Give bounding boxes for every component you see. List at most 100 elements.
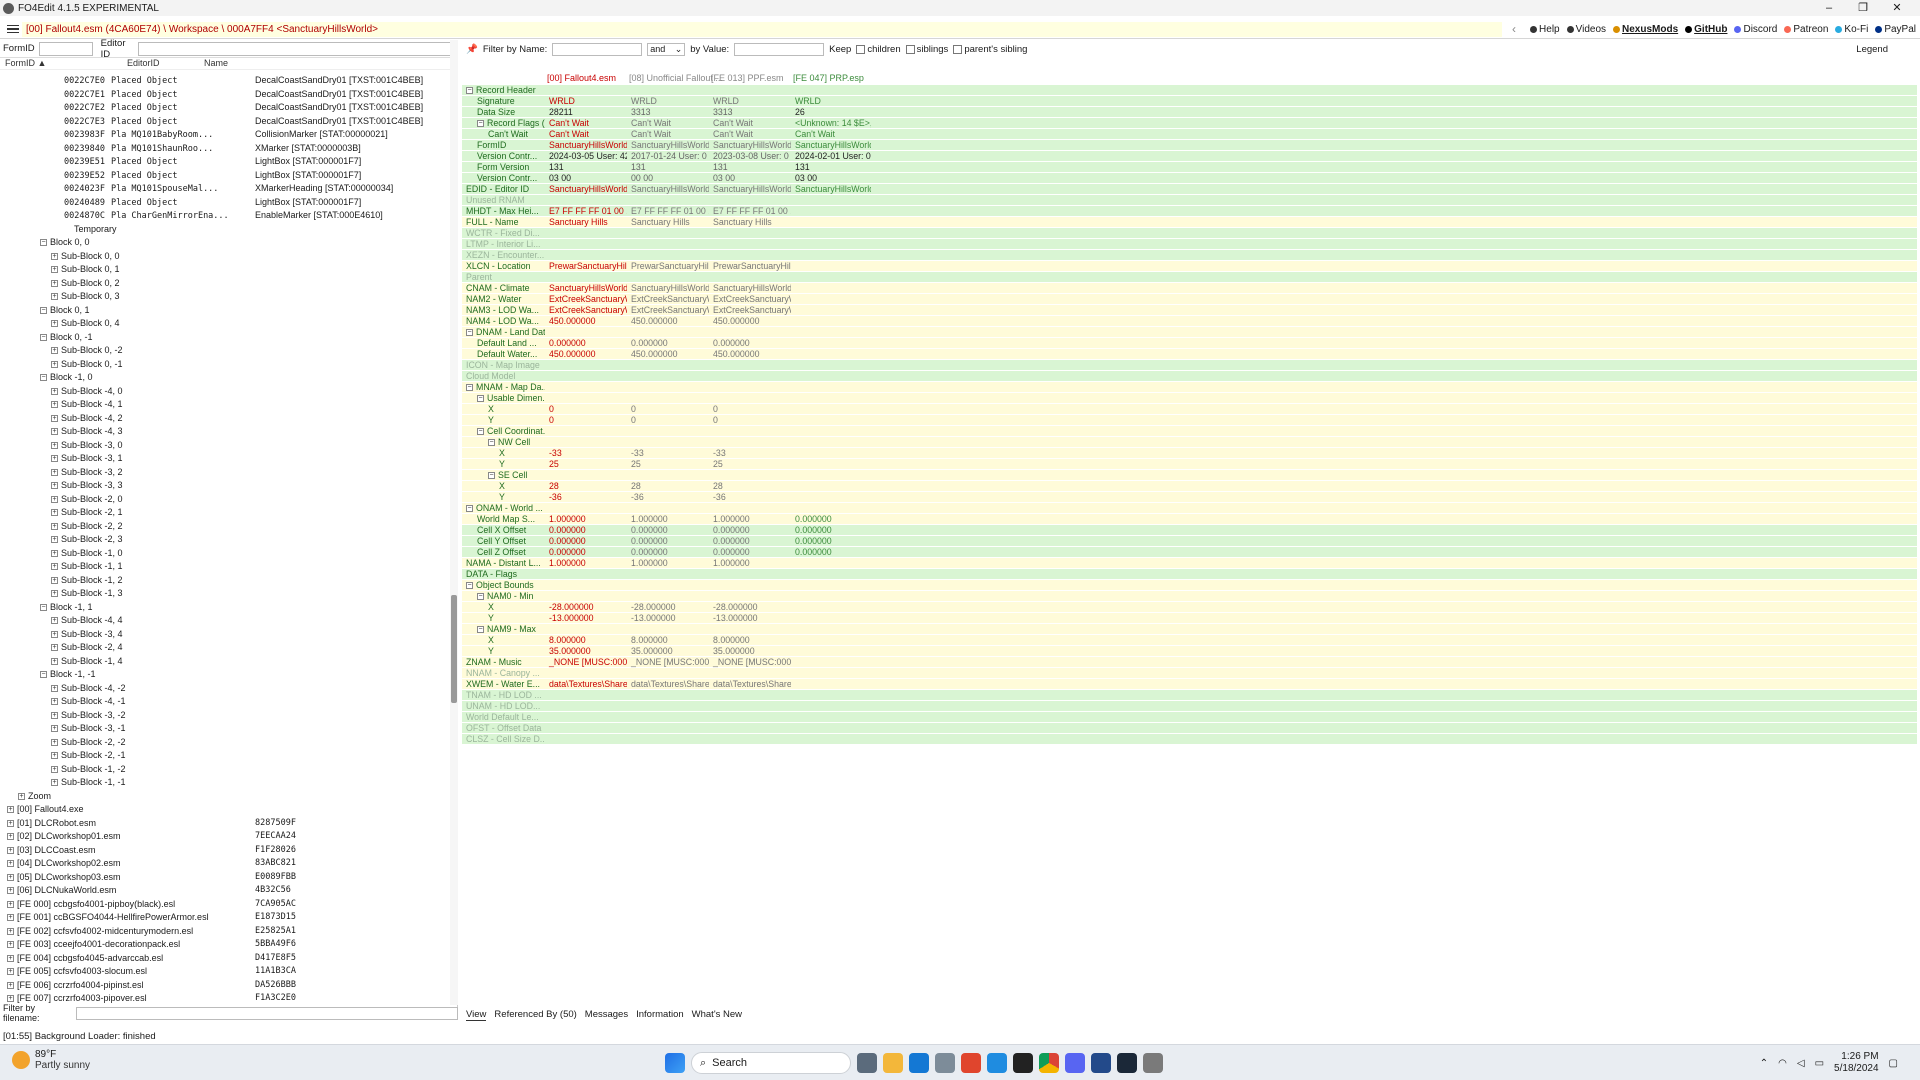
collapse-icon[interactable]: −: [40, 374, 47, 382]
record-field-row[interactable]: X 8.000000 8.000000 8.000000: [462, 635, 1917, 646]
expand-icon[interactable]: +: [7, 914, 14, 922]
col-editorid[interactable]: EditorID: [127, 58, 160, 68]
tree-node[interactable]: Temporary: [0, 223, 448, 237]
tree-node[interactable]: + Sub-Block -1, -2: [0, 763, 448, 777]
expand-icon[interactable]: +: [51, 698, 58, 706]
pin-icon[interactable]: 📌: [466, 44, 478, 55]
collapse-icon[interactable]: −: [477, 593, 484, 601]
expand-icon[interactable]: +: [51, 711, 58, 719]
record-field-row[interactable]: Version Contr... 2024-03-05 User: 42... 20…: [462, 151, 1917, 162]
record-field-row[interactable]: − ONAM - World ...: [462, 503, 1917, 514]
expand-icon[interactable]: +: [51, 549, 58, 557]
tree-node[interactable]: + Sub-Block -2, 3: [0, 533, 448, 547]
tree-node[interactable]: + [01] DLCRobot.esm 8287509F: [0, 817, 448, 831]
parents-sibling-checkbox[interactable]: parent's sibling: [953, 44, 1027, 55]
weather-widget[interactable]: 89°F Partly sunny: [12, 1049, 90, 1071]
record-field-row[interactable]: Y 25 25 25: [462, 459, 1917, 470]
collapse-icon[interactable]: −: [466, 582, 473, 590]
collapse-icon[interactable]: −: [466, 87, 473, 95]
expand-icon[interactable]: +: [51, 657, 58, 665]
tab-what-s-new[interactable]: What's New: [692, 1009, 742, 1021]
record-field-row[interactable]: Form Version 131 131 131 131: [462, 162, 1917, 173]
tree-scrollbar[interactable]: [450, 40, 458, 1005]
collapse-icon[interactable]: −: [466, 384, 473, 392]
filter-op-select[interactable]: and ⌄: [647, 42, 686, 56]
record-field-row[interactable]: LTMP - Interior Li...: [462, 239, 1917, 250]
expand-icon[interactable]: +: [51, 293, 58, 301]
record-field-row[interactable]: X -28.000000 -28.000000 -28.000000: [462, 602, 1917, 613]
expand-icon[interactable]: +: [51, 536, 58, 544]
expand-icon[interactable]: +: [7, 873, 14, 881]
notification-icon[interactable]: ▢: [1889, 1058, 1898, 1069]
tree-node[interactable]: + Sub-Block 0, -1: [0, 358, 448, 372]
expand-icon[interactable]: +: [7, 927, 14, 935]
tree-node[interactable]: + Sub-Block -3, 4: [0, 628, 448, 642]
tree-node[interactable]: + Sub-Block 0, 0: [0, 250, 448, 264]
chevron-up-icon[interactable]: ⌃: [1760, 1058, 1768, 1069]
expand-icon[interactable]: +: [51, 630, 58, 638]
photos-icon[interactable]: [935, 1053, 955, 1073]
fo4edit-taskbar-icon[interactable]: [1143, 1053, 1163, 1073]
record-field-row[interactable]: − Record Header: [462, 85, 1917, 96]
tree-node[interactable]: + Zoom: [0, 790, 448, 804]
record-field-row[interactable]: Can't Wait Can't Wait Can't Wait Can't Wait…: [462, 129, 1917, 140]
plugin-header-0[interactable]: [00] Fallout4.esm: [547, 73, 616, 83]
record-field-row[interactable]: Version Contr... 03 00 00 00 03 00 03 00: [462, 173, 1917, 184]
expand-icon[interactable]: +: [51, 725, 58, 733]
expand-icon[interactable]: +: [7, 860, 14, 868]
record-field-row[interactable]: Y -36 -36 -36: [462, 492, 1917, 503]
record-field-row[interactable]: Cell Z Offset 0.000000 0.000000 0.000000 0.0…: [462, 547, 1917, 558]
record-field-row[interactable]: −Record Flags (... Can't Wait Can't Wait Ca…: [462, 118, 1917, 129]
record-field-row[interactable]: World Map S... 1.000000 1.000000 1.000000 0.…: [462, 514, 1917, 525]
tree-node[interactable]: + Sub-Block -2, 0: [0, 493, 448, 507]
record-field-row[interactable]: NAMA - Distant L... 1.000000 1.000000 1.000…: [462, 558, 1917, 569]
record-field-row[interactable]: FULL - Name Sanctuary Hills Sanctuary Hill…: [462, 217, 1917, 228]
expand-icon[interactable]: +: [51, 401, 58, 409]
expand-icon[interactable]: +: [7, 981, 14, 989]
expand-icon[interactable]: +: [51, 252, 58, 260]
expand-icon[interactable]: +: [51, 387, 58, 395]
formid-input[interactable]: [38, 41, 93, 56]
volume-icon[interactable]: ◁: [1797, 1058, 1805, 1069]
tree-node[interactable]: + [06] DLCNukaWorld.esm 4B32C56: [0, 884, 448, 898]
expand-icon[interactable]: +: [51, 576, 58, 584]
record-field-row[interactable]: Y -13.000000 -13.000000 -13.000000: [462, 613, 1917, 624]
record-field-row[interactable]: Cloud Model: [462, 371, 1917, 382]
tree-node[interactable]: + Sub-Block -3, -2: [0, 709, 448, 723]
tab-messages[interactable]: Messages: [585, 1009, 628, 1021]
record-field-row[interactable]: X 28 28 28: [462, 481, 1917, 492]
expand-icon[interactable]: +: [7, 819, 14, 827]
tree-node[interactable]: + [00] Fallout4.exe: [0, 803, 448, 817]
filter-filename-input[interactable]: [76, 1006, 458, 1020]
taskbar-search[interactable]: ⌕ Search: [691, 1052, 851, 1074]
link-patreon-link[interactable]: Patreon: [1784, 24, 1828, 35]
expand-icon[interactable]: +: [7, 995, 14, 1003]
tree-node[interactable]: + [FE 002] ccfsvfo4002-midcenturymodern.e…: [0, 925, 448, 939]
editorid-input[interactable]: [137, 41, 457, 56]
tree-node[interactable]: + Sub-Block 0, 2: [0, 277, 448, 291]
expand-icon[interactable]: +: [7, 968, 14, 976]
record-field-row[interactable]: − Usable Dimen...: [462, 393, 1917, 404]
ng-app-icon[interactable]: [961, 1053, 981, 1073]
expand-icon[interactable]: +: [18, 792, 25, 800]
collapse-icon[interactable]: −: [477, 428, 484, 436]
record-field-row[interactable]: − Cell Coordinat...: [462, 426, 1917, 437]
expand-icon[interactable]: +: [51, 279, 58, 287]
tree-node[interactable]: + [03] DLCCoast.esm F1F28026: [0, 844, 448, 858]
scrollbar-thumb[interactable]: [451, 595, 457, 703]
tree-node[interactable]: + Sub-Block 0, 4: [0, 317, 448, 331]
expand-icon[interactable]: +: [51, 644, 58, 652]
record-field-row[interactable]: CLSZ - Cell Size D...: [462, 734, 1917, 745]
tree-node[interactable]: + Sub-Block 0, 3: [0, 290, 448, 304]
tree-node[interactable]: + Sub-Block -3, 2: [0, 466, 448, 480]
tab-information[interactable]: Information: [636, 1009, 684, 1021]
expand-icon[interactable]: +: [7, 954, 14, 962]
tree-node[interactable]: + Sub-Block -1, 3: [0, 587, 448, 601]
tree-node[interactable]: + [04] DLCworkshop02.esm 83ABC821: [0, 857, 448, 871]
record-field-row[interactable]: − Object Bounds: [462, 580, 1917, 591]
record-field-row[interactable]: XWEM - Water E... data\Textures\Share... d…: [462, 679, 1917, 690]
record-field-row[interactable]: Signature WRLD WRLD WRLD WRLD: [462, 96, 1917, 107]
back-arrow-icon[interactable]: ‹: [1512, 22, 1516, 36]
wifi-icon[interactable]: ◠: [1778, 1058, 1787, 1069]
record-field-row[interactable]: WCTR - Fixed Di...: [462, 228, 1917, 239]
